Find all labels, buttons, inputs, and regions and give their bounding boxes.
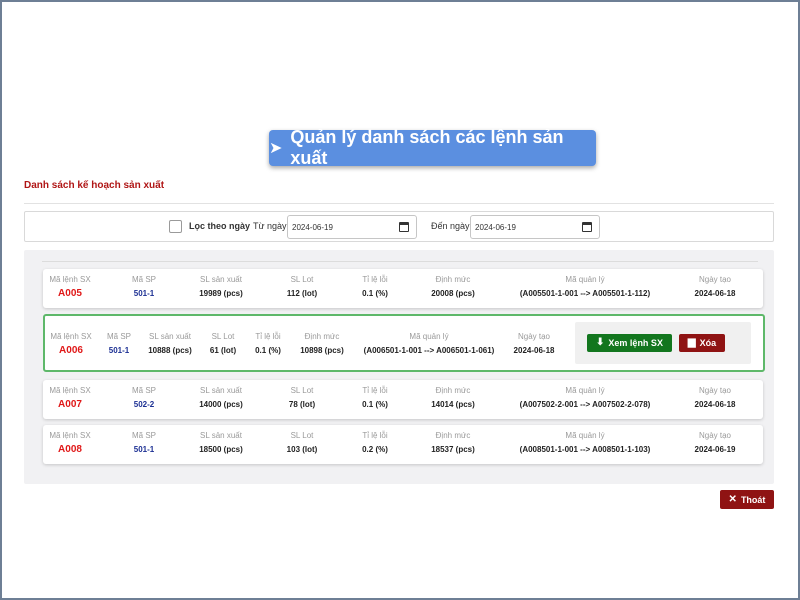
order-code-cell: Mã lệnh SX A005 (49, 275, 91, 299)
delete-order-button[interactable]: ▆ Xóa (679, 334, 725, 352)
created-date-cell: Ngày tạo 2024-06-19 (694, 431, 736, 454)
quantity-cell: SL sản xuất 10888 (pcs) (148, 332, 192, 355)
exit-button[interactable]: ✕ Thoát (720, 490, 774, 509)
management-code-cell: Mã quản lý (A005501-1-001 --> A005501-1-1… (519, 275, 651, 298)
download-icon: ⬇ (596, 337, 605, 348)
product-code-cell: Mã SP 502-2 (131, 386, 157, 409)
divider (42, 261, 758, 262)
created-date-cell: Ngày tạo 2024-06-18 (694, 275, 736, 298)
lot-cell: SL Lot 112 (lot) (286, 275, 318, 298)
product-code-cell: Mã SP 501-1 (106, 332, 132, 355)
management-code-cell: Mã quản lý (A006501-1-001 --> A006501-1-0… (363, 332, 495, 355)
to-date-value: 2024-06-19 (475, 222, 516, 232)
lot-cell: SL Lot 103 (lot) (286, 431, 318, 454)
management-code-cell: Mã quản lý (A008501-1-001 --> A008501-1-1… (519, 431, 651, 454)
product-code-cell: Mã SP 501-1 (131, 275, 157, 298)
row-actions: ⬇ Xem lệnh SX ▆ Xóa (575, 322, 751, 364)
to-date-label: Đến ngày (431, 221, 470, 231)
product-code-cell: Mã SP 501-1 (131, 431, 157, 454)
defect-rate-cell: Tỉ lệ lỗi 0.2 (%) (362, 431, 388, 454)
created-date-cell: Ngày tạo 2024-06-18 (513, 332, 555, 355)
section-title: Danh sách kế hoạch sản xuất (24, 180, 165, 191)
close-icon: ✕ (728, 493, 737, 505)
app-window: ➤ Quản lý danh sách các lệnh sản xuất Da… (2, 2, 798, 598)
from-date-label: Từ ngày (253, 221, 287, 231)
order-code-cell: Mã lệnh SX A008 (49, 431, 91, 455)
order-row-a006-selected[interactable]: Mã lệnh SX A006 Mã SP 501-1 SL sản xuất 108… (43, 314, 765, 372)
quantity-cell: SL sản xuất 18500 (pcs) (199, 431, 243, 454)
date-filter-bar: Lọc theo ngày Từ ngày 2024-06-19 Đến ngà… (24, 211, 774, 242)
defect-rate-cell: Tỉ lệ lỗi 0.1 (%) (362, 386, 388, 409)
order-list-panel: Mã lệnh SX A005 Mã SP 501-1 SL sản xuất 199… (24, 250, 774, 484)
lot-cell: SL Lot 61 (lot) (209, 332, 237, 355)
to-date-input[interactable]: 2024-06-19 (470, 215, 600, 239)
order-row-a008[interactable]: Mã lệnh SX A008 Mã SP 501-1 SL sản xuất 185… (43, 425, 763, 464)
calendar-icon[interactable] (582, 222, 592, 232)
defect-rate-cell: Tỉ lệ lỗi 0.1 (%) (362, 275, 388, 298)
trash-icon: ▆ (687, 337, 696, 348)
norm-cell: Định mức 14014 (pcs) (431, 386, 475, 409)
quantity-cell: SL sản xuất 14000 (pcs) (199, 386, 243, 409)
order-row-a005[interactable]: Mã lệnh SX A005 Mã SP 501-1 SL sản xuất 199… (43, 269, 763, 308)
from-date-value: 2024-06-19 (292, 222, 333, 232)
norm-cell: Định mức 18537 (pcs) (431, 431, 475, 454)
norm-cell: Định mức 20008 (pcs) (431, 275, 475, 298)
order-code-cell: Mã lệnh SX A007 (49, 386, 91, 410)
order-code-cell: Mã lệnh SX A006 (50, 332, 92, 356)
lot-cell: SL Lot 78 (lot) (288, 386, 316, 409)
page-title: ➤ Quản lý danh sách các lệnh sản xuất (269, 127, 596, 168)
created-date-cell: Ngày tạo 2024-06-18 (694, 386, 736, 409)
quantity-cell: SL sản xuất 19989 (pcs) (199, 275, 243, 298)
from-date-input[interactable]: 2024-06-19 (287, 215, 417, 239)
chevron-right-icon: ➤ (269, 140, 283, 157)
divider (24, 203, 774, 204)
date-filter-label: Lọc theo ngày (189, 221, 251, 231)
page-title-text: Quản lý danh sách các lệnh sản xuất (290, 127, 564, 168)
date-filter-checkbox[interactable] (169, 220, 182, 233)
calendar-icon[interactable] (399, 222, 409, 232)
defect-rate-cell: Tỉ lệ lỗi 0.1 (%) (255, 332, 281, 355)
order-row-a007[interactable]: Mã lệnh SX A007 Mã SP 502-2 SL sản xuất 140… (43, 380, 763, 419)
norm-cell: Định mức 10898 (pcs) (300, 332, 344, 355)
view-order-button[interactable]: ⬇ Xem lệnh SX (587, 334, 672, 352)
management-code-cell: Mã quản lý (A007502-2-001 --> A007502-2-0… (519, 386, 651, 409)
